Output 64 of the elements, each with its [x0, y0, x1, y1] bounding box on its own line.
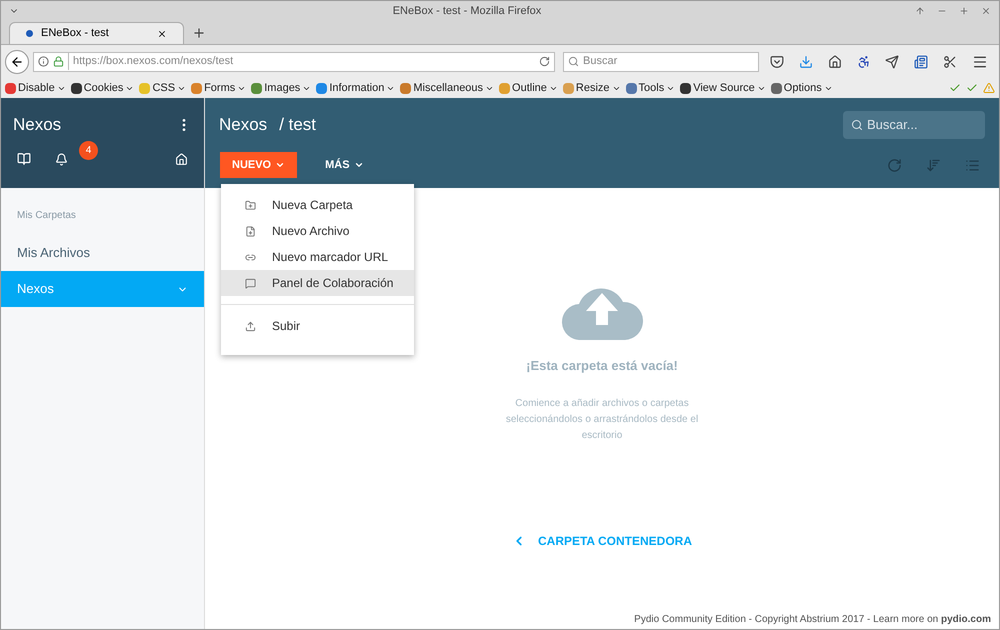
search-field[interactable]: Buscar [563, 52, 759, 72]
toolbar-menu[interactable]: Disable [5, 80, 66, 96]
toolbar-menu[interactable]: View Source [680, 80, 766, 96]
toolbar-button[interactable]: MÁS [313, 152, 376, 178]
menu-item[interactable]: Subir [221, 313, 414, 339]
scissors-icon[interactable] [942, 54, 957, 68]
menu-item[interactable]: Nueva Carpeta [221, 192, 414, 218]
menu-item[interactable]: Nuevo marcador URL [221, 244, 414, 270]
toolbar-menu[interactable]: Images [251, 80, 312, 96]
breadcrumb-workspace[interactable]: Nexos [219, 112, 268, 138]
reload-icon[interactable] [539, 56, 550, 67]
menu-item[interactable]: Panel de Colaboración [221, 270, 414, 296]
window-title: ENeBox - test - Mozilla Firefox [392, 4, 542, 19]
lock-icon [53, 56, 64, 67]
notification-badge: 4 [79, 141, 98, 160]
close-icon[interactable] [981, 6, 991, 16]
book-icon[interactable] [17, 152, 31, 166]
folder-plus-icon [245, 200, 256, 210]
file-plus-icon [245, 226, 256, 236]
toolbar-menu[interactable]: Options [770, 80, 833, 96]
workspace-title: Nexos [13, 114, 62, 136]
search-icon [851, 119, 863, 131]
caret-icon [275, 160, 286, 170]
sidebar-item[interactable]: Mis Archivos [1, 235, 204, 271]
toolbar-menu[interactable]: Information [316, 80, 396, 96]
message-icon [245, 278, 256, 288]
toolbar-menu[interactable]: Tools [626, 80, 676, 96]
toolbar-menu[interactable]: CSS [139, 80, 186, 96]
toolbar-menu[interactable]: Outline [499, 80, 558, 96]
accessibility-icon[interactable] [856, 54, 871, 68]
check-icon [949, 82, 961, 94]
toolbar-menu[interactable]: Forms [191, 80, 246, 96]
section-label: Mis Carpetas [16, 209, 77, 223]
info-icon [38, 56, 49, 67]
address-field[interactable]: https://box.nexos.com/nexos/test [33, 52, 555, 72]
browser-tab[interactable]: ENeBox - test [9, 22, 184, 44]
toolbar-menu[interactable]: Miscellaneous [400, 80, 494, 96]
upload-icon [245, 320, 256, 332]
back-arrow-icon [10, 54, 24, 68]
footer-text: Pydio Community Edition - Copyright Abstrium 2017 - Learn more on pydio.com [634, 612, 991, 626]
new-tab-icon[interactable] [192, 26, 206, 40]
menu-icon[interactable] [972, 54, 988, 70]
news-icon[interactable] [914, 54, 928, 68]
notifications-icon[interactable] [55, 152, 68, 166]
breadcrumb-folder[interactable]: / test [279, 112, 316, 138]
download-icon[interactable] [799, 54, 814, 68]
window-raise-icon[interactable] [915, 6, 925, 16]
favicon-icon [26, 30, 33, 37]
toolbar-menu[interactable]: Cookies [70, 80, 134, 96]
maximize-icon[interactable] [959, 6, 969, 16]
search-icon [568, 56, 579, 67]
check-icon [966, 82, 978, 94]
pocket-icon[interactable] [770, 54, 784, 68]
back-button[interactable] [5, 50, 29, 74]
menu-item[interactable]: Nuevo Archivo [221, 218, 414, 244]
search-field[interactable]: Buscar... [843, 111, 985, 139]
caret-icon [354, 160, 364, 170]
close-tab-icon[interactable] [157, 28, 167, 38]
empty-folder-title: ¡Esta carpeta está vacía! [526, 357, 678, 375]
home-icon[interactable] [828, 54, 842, 68]
warning-icon [983, 82, 995, 94]
send-icon[interactable] [885, 54, 900, 68]
toolbar-menu[interactable]: Resize [562, 80, 621, 96]
empty-folder-message: Comience a añadir archivos o carpetas seleccionándolos o arrastrándolos desde el escritorio [504, 396, 700, 442]
